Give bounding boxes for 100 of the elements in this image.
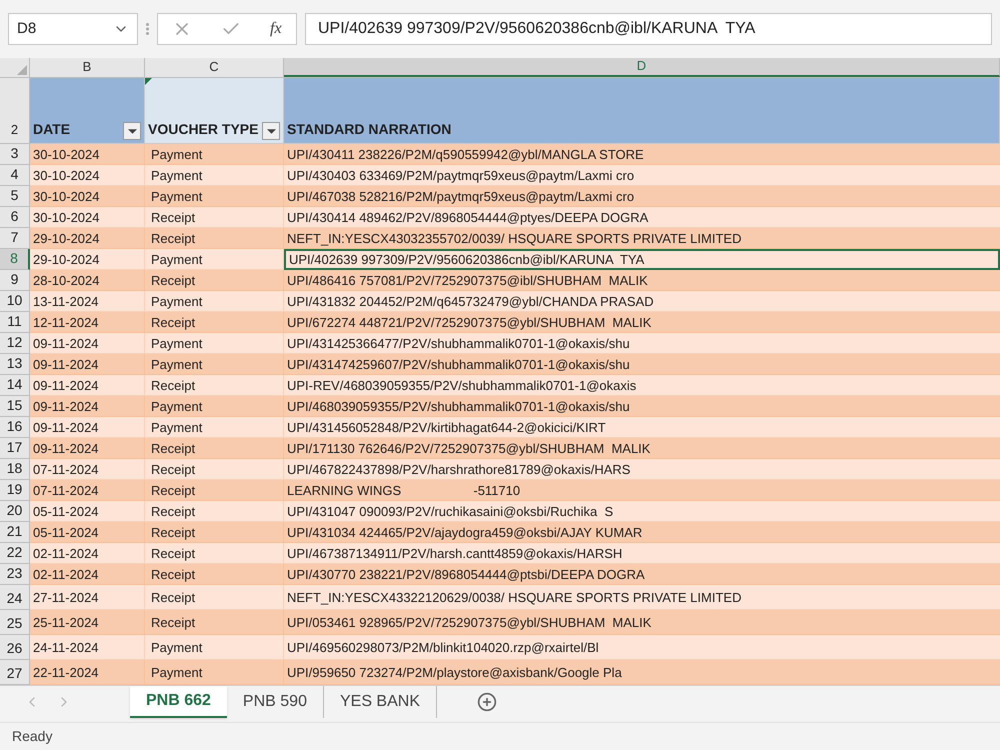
narration-cell[interactable]: UPI/430770 238221/P2V/8968054444@ptsbi/DEEPA DOGRA bbox=[284, 564, 1000, 586]
insert-function-button[interactable]: fx bbox=[270, 16, 282, 41]
date-cell: 22-11-2024 bbox=[30, 660, 145, 686]
add-sheet-icon[interactable] bbox=[477, 692, 497, 712]
narration-cell[interactable]: UPI/431425366477/P2V/shubhammalik0701-1@okaxis/shu bbox=[284, 333, 1000, 354]
row-number[interactable]: 24 bbox=[0, 585, 30, 610]
row-number[interactable]: 11 bbox=[0, 312, 30, 334]
row-number[interactable]: 12 bbox=[0, 333, 30, 354]
date-cell: 30-10-2024 bbox=[30, 144, 145, 166]
row-number[interactable]: 21 bbox=[0, 522, 30, 544]
filter-dropdown-button[interactable] bbox=[262, 122, 280, 140]
date-cell: 25-11-2024 bbox=[30, 610, 145, 636]
date-cell: 09-11-2024 bbox=[30, 417, 145, 438]
caret-icon bbox=[128, 128, 136, 134]
date-cell: 09-11-2024 bbox=[30, 375, 145, 396]
narration-cell[interactable]: UPI/171130 762646/P2V/7252907375@ybl/SHUBHAM MALIK bbox=[284, 438, 1000, 460]
narration-cell[interactable]: UPI/468039059355/P2V/shubhammalik0701-1@okaxis/shu bbox=[284, 396, 1000, 418]
sheet-tab[interactable]: YES BANK bbox=[324, 686, 437, 718]
narration-cell[interactable]: UPI-REV/468039059355/P2V/shubhammalik0701-1@okaxis bbox=[284, 375, 1000, 396]
narration-cell[interactable]: NEFT_IN:YESCX43322120629/0038/ HSQUARE SPORTS PRIVATE LIMITED bbox=[284, 585, 1000, 610]
narration-cell[interactable]: UPI/467822437898/P2V/harshrathore81789@okaxis/HARS bbox=[284, 459, 1000, 480]
date-cell: 30-10-2024 bbox=[30, 186, 145, 208]
voucher-type-cell: Receipt bbox=[145, 501, 284, 522]
date-cell: 02-11-2024 bbox=[30, 543, 145, 564]
row-number[interactable]: 27 bbox=[0, 660, 30, 686]
row-number[interactable]: 16 bbox=[0, 417, 30, 438]
row-number[interactable]: 14 bbox=[0, 375, 30, 396]
sheet-tab[interactable]: PNB 590 bbox=[226, 686, 324, 718]
row-number[interactable]: 19 bbox=[0, 480, 30, 502]
voucher-type-cell: Payment bbox=[145, 165, 284, 186]
voucher-type-cell: Receipt bbox=[145, 564, 284, 586]
voucher-type-cell: Receipt bbox=[145, 438, 284, 460]
sheet-tab[interactable]: PNB 662 bbox=[130, 686, 227, 718]
column-header[interactable]: D bbox=[284, 58, 1000, 77]
header-label: DATE bbox=[33, 120, 70, 140]
narration-cell[interactable]: UPI/430414 489462/P2V/8968054444@ptyes/DEEPA DOGRA bbox=[284, 207, 1000, 228]
narration-cell[interactable]: UPI/431832 204452/P2M/q645732479@ybl/CHANDA PRASAD bbox=[284, 291, 1000, 312]
voucher-type-cell: Payment bbox=[145, 144, 284, 166]
row-number[interactable]: 10 bbox=[0, 291, 30, 312]
date-cell: 02-11-2024 bbox=[30, 564, 145, 586]
cell-reference: D8 bbox=[17, 18, 36, 39]
row-number[interactable]: 3 bbox=[0, 144, 30, 166]
voucher-type-cell: Receipt bbox=[145, 270, 284, 292]
column-header[interactable]: B bbox=[30, 58, 145, 77]
row-number[interactable]: 9 bbox=[0, 270, 30, 292]
narration-cell[interactable]: UPI/467038 528216/P2M/paytmqr59xeus@paytm/Laxmi cro bbox=[284, 186, 1000, 208]
voucher-type-cell: Receipt bbox=[145, 312, 284, 334]
voucher-type-cell: Payment bbox=[145, 660, 284, 686]
row-number[interactable]: 17 bbox=[0, 438, 30, 460]
row-number[interactable]: 18 bbox=[0, 459, 30, 480]
filter-dropdown-button[interactable] bbox=[123, 122, 141, 140]
row-number[interactable]: 15 bbox=[0, 396, 30, 418]
date-cell: 29-10-2024 bbox=[30, 228, 145, 250]
narration-cell[interactable]: UPI/469560298073/P2M/blinkit104020.rzp@rxairtel/Bl bbox=[284, 635, 1000, 660]
date-cell: 09-11-2024 bbox=[30, 396, 145, 418]
date-cell: 09-11-2024 bbox=[30, 354, 145, 376]
row-number[interactable]: 7 bbox=[0, 228, 30, 250]
voucher-type-cell: Payment bbox=[145, 249, 284, 270]
narration-cell[interactable]: UPI/486416 757081/P2V/7252907375@ibl/SHUBHAM MALIK bbox=[284, 270, 1000, 292]
row-number[interactable]: 6 bbox=[0, 207, 30, 228]
row-number[interactable]: 22 bbox=[0, 543, 30, 564]
date-cell: 30-10-2024 bbox=[30, 165, 145, 186]
voucher-type-cell: Payment bbox=[145, 354, 284, 376]
narration-cell[interactable]: NEFT_IN:YESCX43032355702/0039/ HSQUARE SPORTS PRIVATE LIMITED bbox=[284, 228, 1000, 250]
formula-input-field[interactable]: UPI/402639 997309/P2V/9560620386cnb@ibl/KARUNA TYA bbox=[305, 12, 992, 45]
name-box[interactable]: D8 bbox=[8, 12, 138, 45]
voucher-type-cell: Payment bbox=[145, 186, 284, 208]
narration-cell[interactable]: UPI/672274 448721/P2V/7252907375@ybl/SHUBHAM MALIK bbox=[284, 312, 1000, 334]
narration-cell[interactable]: UPI/431456052848/P2V/kirtibhagat644-2@okicici/KIRT bbox=[284, 417, 1000, 438]
row-number: 2 bbox=[0, 78, 30, 144]
row-number[interactable]: 4 bbox=[0, 165, 30, 186]
voucher-type-cell: Receipt bbox=[145, 459, 284, 480]
voucher-type-cell: Receipt bbox=[145, 375, 284, 396]
date-cell: 09-11-2024 bbox=[30, 333, 145, 354]
voucher-type-cell: Payment bbox=[145, 291, 284, 312]
narration-cell[interactable]: UPI/431047 090093/P2V/ruchikasaini@oksbi/Ruchika S bbox=[284, 501, 1000, 522]
narration-cell[interactable]: UPI/431034 424465/P2V/ajaydogra459@oksbi/AJAY KUMAR bbox=[284, 522, 1000, 544]
voucher-type-cell: Receipt bbox=[145, 480, 284, 502]
voucher-type-cell: Receipt bbox=[145, 207, 284, 228]
date-cell: 28-10-2024 bbox=[30, 270, 145, 292]
narration-cell[interactable]: UPI/053461 928965/P2V/7252907375@ybl/SHUBHAM MALIK bbox=[284, 610, 1000, 636]
row-number[interactable]: 23 bbox=[0, 564, 30, 586]
narration-cell[interactable]: UPI/430403 633469/P2M/paytmqr59xeus@paytm/Laxmi cro bbox=[284, 165, 1000, 186]
date-cell: 29-10-2024 bbox=[30, 249, 145, 270]
date-cell: 13-11-2024 bbox=[30, 291, 145, 312]
row-number[interactable]: 26 bbox=[0, 635, 30, 660]
date-cell: 27-11-2024 bbox=[30, 585, 145, 610]
narration-cell[interactable]: UPI/467387134911/P2V/harsh.cantt4859@okaxis/HARSH bbox=[284, 543, 1000, 564]
grip-icon bbox=[146, 22, 149, 35]
narration-cell[interactable]: UPI/402639 997309/P2V/9560620386cnb@ibl/KARUNA TYA bbox=[284, 249, 1000, 270]
date-cell: 07-11-2024 bbox=[30, 480, 145, 502]
narration-cell[interactable]: LEARNING WINGS -511710 bbox=[284, 480, 1000, 502]
row-number[interactable]: 5 bbox=[0, 186, 30, 208]
row-number[interactable]: 13 bbox=[0, 354, 30, 376]
narration-cell[interactable]: UPI/430411 238226/P2M/q590559942@ybl/MANGLA STORE bbox=[284, 144, 1000, 166]
row-number[interactable]: 20 bbox=[0, 501, 30, 522]
row-number[interactable]: 25 bbox=[0, 610, 30, 636]
narration-cell[interactable]: UPI/959650 723274/P2M/playstore@axisbank/Google Pla bbox=[284, 660, 1000, 686]
narration-cell[interactable]: UPI/431474259607/P2V/shubhammalik0701-1@okaxis/shu bbox=[284, 354, 1000, 376]
row-number[interactable]: 8 bbox=[0, 249, 30, 270]
